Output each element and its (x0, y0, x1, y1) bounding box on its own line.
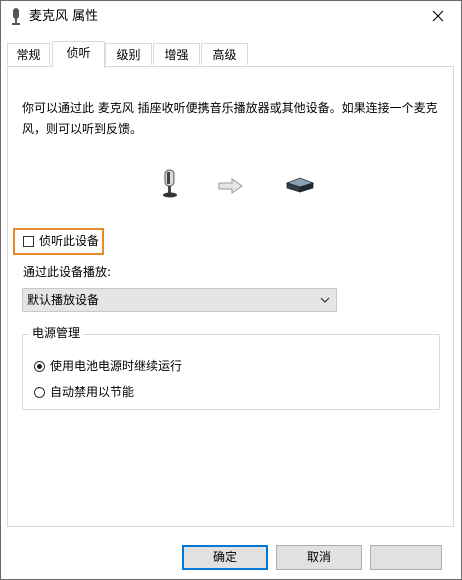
close-icon (432, 10, 444, 22)
listen-checkbox-label[interactable]: 侦听此设备 (39, 234, 99, 249)
radio-auto-disable-label[interactable]: 自动禁用以节能 (50, 385, 134, 400)
playback-device-label: 通过此设备播放: (23, 265, 112, 279)
tab-general[interactable]: 常规 (7, 43, 50, 65)
close-button[interactable] (415, 1, 461, 32)
tab-advanced[interactable]: 高级 (201, 43, 248, 65)
tab-levels[interactable]: 级别 (105, 43, 152, 65)
arrow-right-icon (218, 178, 243, 194)
radio-continue-on-battery[interactable] (34, 361, 45, 372)
playback-device-dropdown[interactable]: 默认播放设备 (22, 288, 337, 312)
speaker-device-icon (285, 177, 315, 193)
properties-window: 麦克风 属性 常规 侦听 级别 增强 高级 你可以通过此 麦克风 插座收听便携音… (0, 0, 462, 580)
apply-button[interactable] (370, 545, 442, 570)
power-management-title: 电源管理 (29, 326, 84, 341)
title-bar[interactable]: 麦克风 属性 (1, 1, 461, 32)
radio-continue-on-battery-label[interactable]: 使用电池电源时继续运行 (50, 359, 182, 374)
cancel-button[interactable]: 取消 (276, 545, 362, 570)
radio-selected-dot (37, 364, 42, 369)
ok-button[interactable]: 确定 (182, 545, 268, 570)
chevron-down-icon (320, 297, 330, 303)
window-title: 麦克风 属性 (29, 9, 99, 24)
playback-device-value: 默认播放设备 (27, 293, 100, 307)
radio-auto-disable[interactable] (34, 387, 45, 398)
tab-listen[interactable]: 侦听 (52, 41, 105, 68)
microphone-icon (12, 8, 20, 25)
tab-enhancements[interactable]: 增强 (153, 43, 200, 65)
listen-description: 你可以通过此 麦克风 插座收听便携音乐播放器或其他设备。如果连接一个麦克风，则可… (22, 101, 438, 136)
microphone-device-icon (163, 169, 177, 198)
listen-checkbox[interactable] (23, 236, 34, 247)
tab-bar: 常规 侦听 级别 增强 高级 (7, 41, 455, 68)
